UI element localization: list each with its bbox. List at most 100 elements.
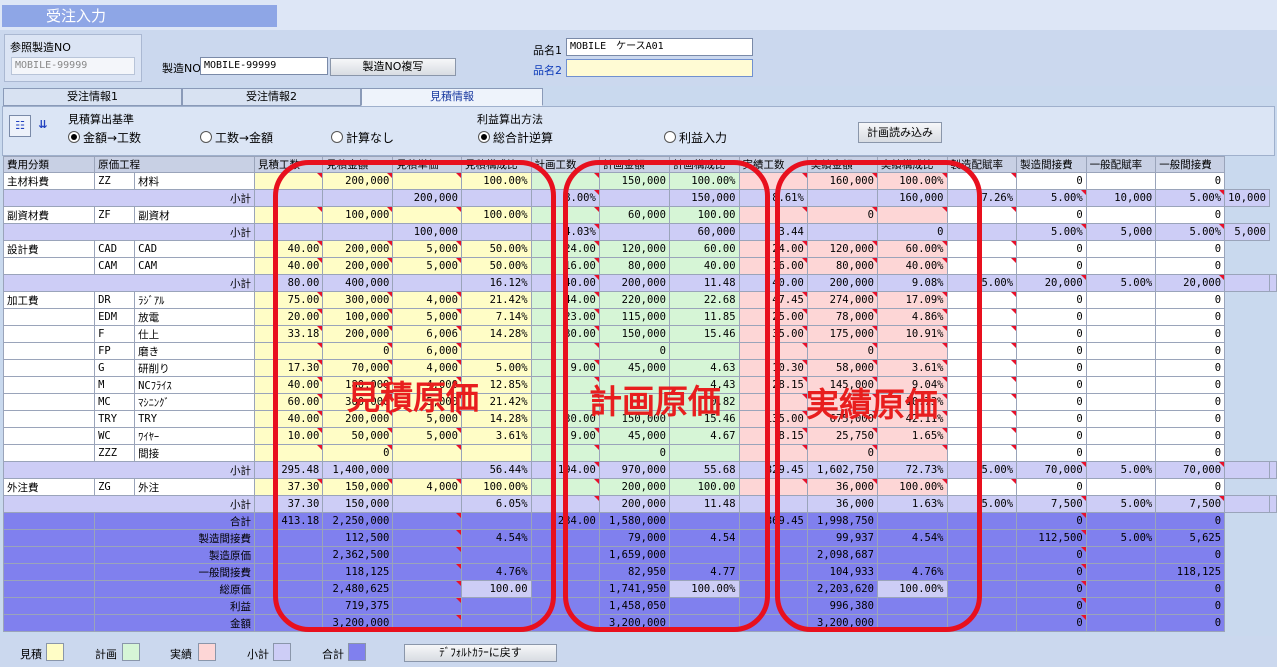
table-cell[interactable]: 0	[1155, 597, 1226, 615]
table-cell[interactable]: MC	[94, 393, 136, 411]
radio-amount-to-hours[interactable]: 金額→工数	[68, 129, 141, 146]
table-cell[interactable]: 150,000	[322, 478, 394, 496]
column-header[interactable]: 計画金額	[598, 156, 670, 173]
table-cell[interactable]: 5,000	[392, 240, 462, 258]
table-cell[interactable]: 小計	[3, 461, 255, 479]
table-cell[interactable]: 10.73%	[876, 393, 948, 411]
table-cell[interactable]	[2, 444, 96, 462]
table-cell[interactable]: 300,000	[322, 393, 394, 411]
table-cell[interactable]: 0	[1016, 512, 1087, 530]
table-cell[interactable]: 10,000	[1224, 189, 1270, 207]
table-cell[interactable]: 200,000	[806, 274, 878, 292]
table-cell[interactable]	[738, 546, 808, 564]
column-header[interactable]: 実績金額	[806, 156, 878, 173]
table-cell[interactable]	[1085, 512, 1157, 530]
table-cell[interactable]	[598, 189, 670, 207]
table-cell[interactable]: 200,000	[598, 495, 670, 513]
table-cell[interactable]: 小計	[3, 495, 255, 513]
table-cell[interactable]	[1085, 393, 1157, 411]
table-cell[interactable]: 3.61%	[876, 359, 948, 377]
table-cell[interactable]: 99,937	[806, 529, 878, 547]
table-cell[interactable]	[806, 223, 878, 241]
table-cell[interactable]: 製造間接費	[94, 529, 255, 547]
table-cell[interactable]	[460, 597, 532, 615]
table-cell[interactable]: 0	[1155, 359, 1226, 377]
table-cell[interactable]: 0	[1016, 427, 1087, 445]
table-cell[interactable]	[530, 546, 600, 564]
table-cell[interactable]: 2,250,000	[322, 512, 394, 530]
legend-actual-swatch[interactable]	[198, 643, 216, 661]
table-cell[interactable]: 150,000	[598, 410, 670, 428]
table-cell[interactable]: 0	[1155, 172, 1226, 190]
column-header[interactable]: 費用分類	[2, 156, 96, 173]
table-cell[interactable]	[253, 597, 324, 615]
table-cell[interactable]: 小計	[3, 189, 255, 207]
table-cell[interactable]: 20,000	[1155, 274, 1226, 292]
legend-total-swatch[interactable]	[348, 643, 366, 661]
table-cell[interactable]	[460, 614, 532, 632]
table-cell[interactable]: 60,000	[598, 206, 670, 224]
table-cell[interactable]: 放電	[134, 308, 255, 326]
table-cell[interactable]: CAM	[134, 257, 255, 275]
table-cell[interactable]	[876, 342, 948, 360]
table-cell[interactable]	[392, 172, 462, 190]
table-cell[interactable]	[598, 376, 670, 394]
table-cell[interactable]	[460, 342, 532, 360]
table-cell[interactable]: 369.45	[738, 512, 808, 530]
table-cell[interactable]: 5,000	[392, 410, 462, 428]
table-cell[interactable]: 5.00%	[1085, 461, 1157, 479]
table-cell[interactable]: 47.45	[738, 291, 808, 309]
table-cell[interactable]: 150,000	[598, 172, 670, 190]
table-cell[interactable]	[876, 614, 948, 632]
table-cell[interactable]: 17.09%	[876, 291, 948, 309]
table-cell[interactable]: 30.00	[530, 325, 600, 343]
table-cell[interactable]: 0	[1016, 546, 1087, 564]
table-cell[interactable]	[738, 597, 808, 615]
table-cell[interactable]: 104,933	[806, 563, 878, 581]
reset-default-color-button[interactable]: ﾃﾞﾌｫﾙﾄｶﾗｰに戻す	[404, 644, 557, 662]
table-cell[interactable]: 11.48	[668, 495, 740, 513]
table-cell[interactable]	[1085, 478, 1157, 496]
table-cell[interactable]	[876, 597, 948, 615]
table-cell[interactable]	[392, 546, 462, 564]
table-cell[interactable]: 9.00	[530, 359, 600, 377]
table-cell[interactable]	[806, 393, 878, 411]
table-cell[interactable]	[2, 308, 96, 326]
table-cell[interactable]: 利益	[94, 597, 255, 615]
table-cell[interactable]	[738, 580, 808, 598]
table-cell[interactable]	[1085, 444, 1157, 462]
table-cell[interactable]: ﾗｼﾞｱﾙ	[134, 291, 255, 309]
table-cell[interactable]: 180,000	[322, 376, 394, 394]
table-cell[interactable]: 25.00	[738, 308, 808, 326]
table-cell[interactable]	[946, 359, 1018, 377]
table-cell[interactable]	[2, 393, 96, 411]
table-cell[interactable]: 329.45	[738, 461, 808, 479]
table-cell[interactable]: 120,000	[598, 240, 670, 258]
table-cell[interactable]: 60,000	[668, 223, 740, 241]
table-cell[interactable]: 0	[1155, 342, 1226, 360]
table-cell[interactable]	[946, 444, 1018, 462]
table-cell[interactable]: 0	[1155, 257, 1226, 275]
table-cell[interactable]	[946, 427, 1018, 445]
table-cell[interactable]	[530, 614, 600, 632]
table-cell[interactable]: 175,000	[806, 325, 878, 343]
table-cell[interactable]: 4.67	[668, 427, 740, 445]
table-cell[interactable]: 80.00	[253, 274, 324, 292]
table-cell[interactable]: 0	[1155, 240, 1226, 258]
table-cell[interactable]: 37.30	[253, 478, 324, 496]
table-cell[interactable]: 400,000	[322, 274, 394, 292]
table-cell[interactable]	[1085, 257, 1157, 275]
table-cell[interactable]: 44.00	[530, 291, 600, 309]
table-cell[interactable]: 主材料費	[2, 172, 96, 190]
table-cell[interactable]: 30.00	[530, 410, 600, 428]
table-cell[interactable]	[946, 580, 1018, 598]
table-cell[interactable]	[253, 342, 324, 360]
table-cell[interactable]: 0	[1155, 308, 1226, 326]
table-cell[interactable]	[1085, 597, 1157, 615]
table-cell[interactable]: 5,000	[392, 427, 462, 445]
column-header[interactable]: 計画工数	[530, 156, 600, 173]
table-cell[interactable]: 14.28%	[460, 410, 532, 428]
table-cell[interactable]	[460, 546, 532, 564]
table-cell[interactable]: 0	[322, 342, 394, 360]
table-cell[interactable]: 100.00	[668, 478, 740, 496]
